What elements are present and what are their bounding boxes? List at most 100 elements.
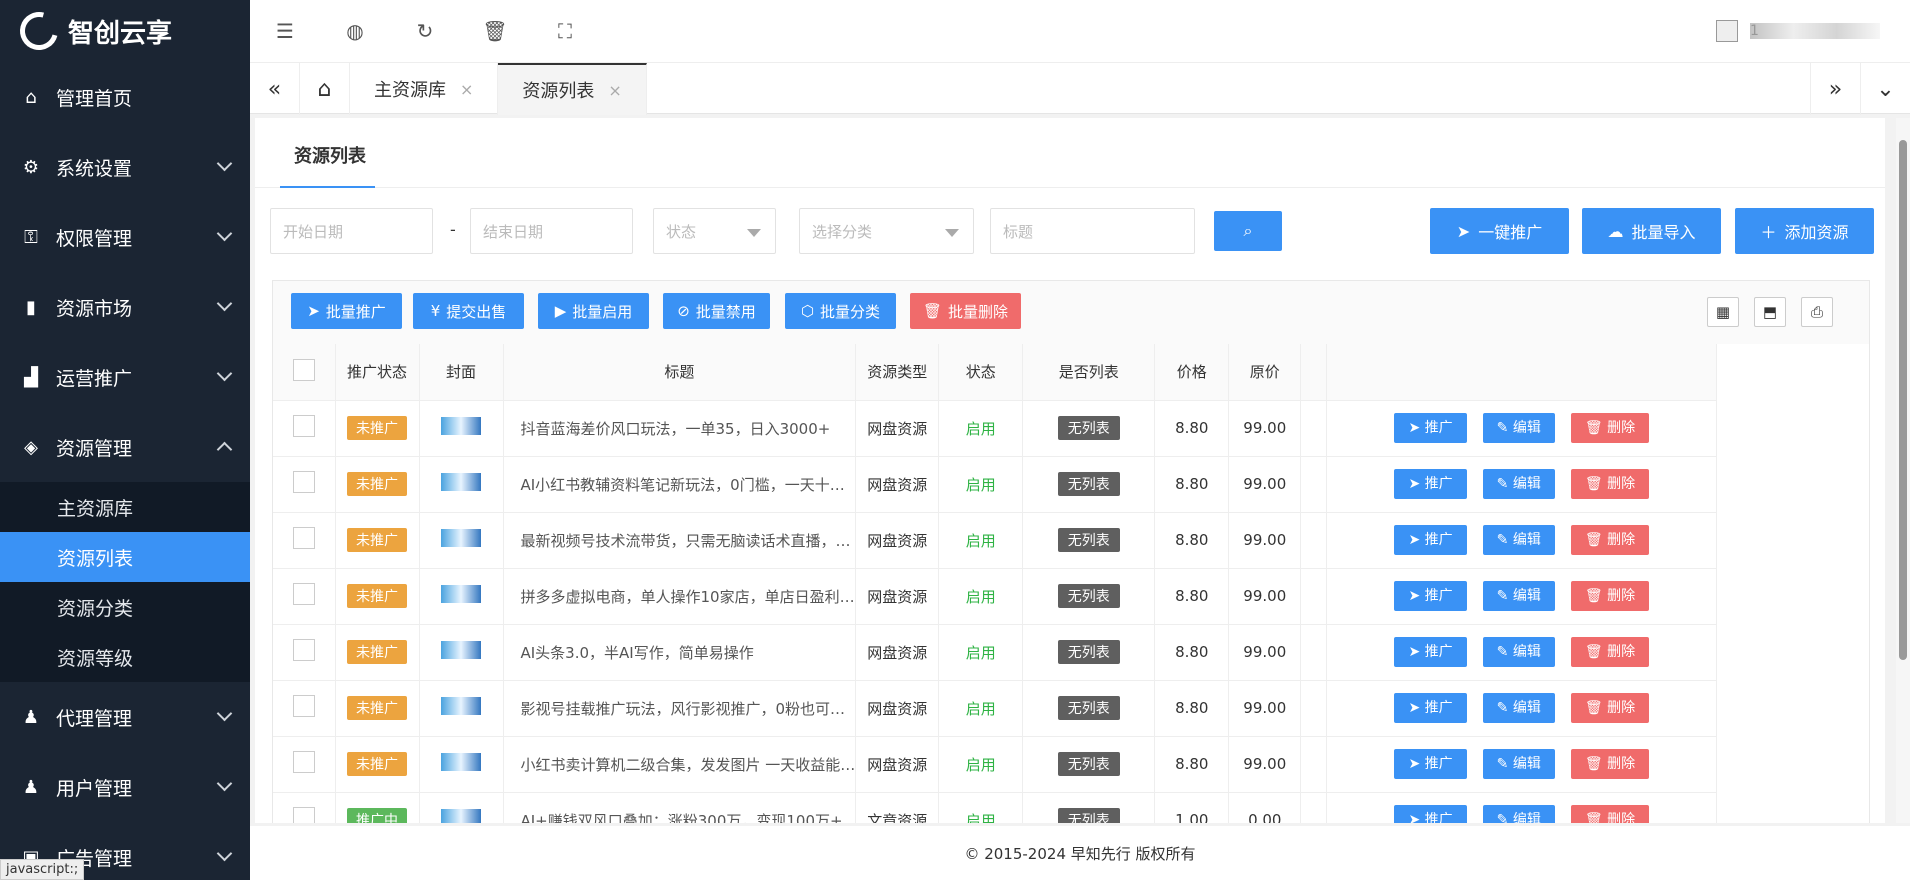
edit-button[interactable]: ✎ 编辑 bbox=[1482, 525, 1555, 555]
batch-delete-button[interactable]: 🗑 批量删除 bbox=[910, 293, 1021, 329]
select-all-checkbox[interactable] bbox=[292, 358, 315, 381]
price-cell: 8.80 bbox=[1154, 736, 1230, 793]
export-icon[interactable]: ⬒ bbox=[1754, 297, 1786, 327]
delete-button[interactable]: 🗑 删除 bbox=[1570, 581, 1650, 611]
delete-button[interactable]: 🗑 删除 bbox=[1570, 469, 1650, 499]
title-input[interactable]: 标题 bbox=[990, 208, 1195, 254]
edit-button[interactable]: ✎ 编辑 bbox=[1482, 749, 1555, 779]
edit-button[interactable]: ✎ 编辑 bbox=[1482, 413, 1555, 443]
row-checkbox[interactable] bbox=[292, 639, 315, 661]
sidebar-item-0[interactable]: ⌂ 管理首页 bbox=[0, 62, 250, 132]
status-select[interactable]: 状态 bbox=[653, 208, 776, 254]
submit-sale-button[interactable]: ¥ 提交出售 bbox=[413, 293, 524, 329]
batch-category-button[interactable]: ⬡ 批量分类 bbox=[785, 293, 896, 329]
batch-disable-button[interactable]: ⊘ 批量禁用 bbox=[663, 293, 770, 329]
tabs-scroll-right-icon[interactable]: » bbox=[1810, 63, 1860, 115]
fullscreen-icon[interactable]: ⛶ bbox=[530, 0, 600, 62]
chevron-icon bbox=[216, 365, 233, 382]
play-icon: ▶ bbox=[554, 302, 567, 320]
edit-button[interactable]: ✎ 编辑 bbox=[1482, 805, 1555, 823]
row-checkbox[interactable] bbox=[292, 751, 315, 773]
close-icon[interactable]: × bbox=[460, 80, 473, 99]
row-checkbox[interactable] bbox=[292, 471, 315, 493]
tabs-scroll-left-icon[interactable]: « bbox=[250, 63, 300, 115]
row-checkbox[interactable] bbox=[292, 527, 315, 549]
cover-thumbnail[interactable] bbox=[441, 809, 481, 823]
close-icon[interactable]: × bbox=[608, 81, 621, 100]
search-button[interactable]: ⌕ bbox=[1214, 211, 1282, 251]
sidebar-subitem-3[interactable]: 资源等级 bbox=[0, 632, 250, 682]
batch-enable-button[interactable]: ▶ 批量启用 bbox=[538, 293, 649, 329]
columns-icon[interactable]: ▦ bbox=[1707, 297, 1739, 327]
sidebar-subitem-2[interactable]: 资源分类 bbox=[0, 582, 250, 632]
chevron-icon bbox=[216, 775, 233, 792]
yen-icon: ¥ bbox=[430, 302, 441, 320]
start-date-input[interactable]: 开始日期 bbox=[270, 208, 433, 254]
batch-import-button[interactable]: ☁ 批量导入 bbox=[1582, 208, 1721, 254]
delete-button[interactable]: 🗑 删除 bbox=[1570, 525, 1650, 555]
delete-button[interactable]: 🗑 删除 bbox=[1570, 637, 1650, 667]
edit-button[interactable]: ✎ 编辑 bbox=[1482, 637, 1555, 667]
delete-button[interactable]: 🗑 删除 bbox=[1570, 693, 1650, 723]
clear-cache-icon[interactable]: 🗑 bbox=[460, 0, 530, 62]
brand-name: 智创云享 bbox=[68, 18, 173, 49]
row-checkbox[interactable] bbox=[292, 583, 315, 605]
page-scrollbar[interactable] bbox=[1896, 118, 1910, 823]
brand-logo[interactable]: 智创云享 bbox=[0, 0, 250, 62]
edit-button[interactable]: ✎ 编辑 bbox=[1482, 469, 1555, 499]
sidebar-item-2[interactable]: ⚿ 权限管理 bbox=[0, 202, 250, 272]
row-checkbox[interactable] bbox=[292, 807, 315, 823]
sidebar-item-label: 资源市场 bbox=[56, 297, 133, 320]
promote-button[interactable]: ➤ 推广 bbox=[1394, 637, 1467, 667]
sidebar-item-5[interactable]: ◈ 资源管理 bbox=[0, 412, 250, 482]
sidebar-item-3[interactable]: ▮ 资源市场 bbox=[0, 272, 250, 342]
one-click-promote-button[interactable]: ➤ 一键推广 bbox=[1430, 208, 1569, 254]
globe-icon[interactable]: ◍ bbox=[320, 0, 390, 62]
add-resource-button[interactable]: ＋添加资源 bbox=[1735, 208, 1874, 254]
edit-button[interactable]: ✎ 编辑 bbox=[1482, 581, 1555, 611]
user-menu[interactable]: 1 bbox=[1716, 20, 1880, 42]
tab-resource-list[interactable]: 资源列表 × bbox=[498, 63, 647, 115]
promote-button[interactable]: ➤ 推广 bbox=[1394, 693, 1467, 723]
delete-button[interactable]: 🗑 删除 bbox=[1570, 413, 1650, 443]
chevron-down-icon bbox=[747, 229, 761, 237]
edit-button[interactable]: ✎ 编辑 bbox=[1482, 693, 1555, 723]
cover-thumbnail[interactable] bbox=[441, 641, 481, 659]
sidebar-item-label: 代理管理 bbox=[56, 707, 133, 730]
refresh-icon[interactable]: ↻ bbox=[390, 0, 460, 62]
chart-icon: ▟ bbox=[24, 366, 38, 388]
row-checkbox[interactable] bbox=[292, 415, 315, 437]
cover-thumbnail[interactable] bbox=[441, 753, 481, 771]
type-cell: 网盘资源 bbox=[855, 624, 940, 681]
sidebar-item-4[interactable]: ▟ 运营推广 bbox=[0, 342, 250, 412]
delete-button[interactable]: 🗑 删除 bbox=[1570, 805, 1650, 823]
home-tab-icon[interactable]: ⌂ bbox=[300, 63, 350, 115]
promote-button[interactable]: ➤ 推广 bbox=[1394, 525, 1467, 555]
cover-thumbnail[interactable] bbox=[441, 697, 481, 715]
promote-button[interactable]: ➤ 推广 bbox=[1394, 413, 1467, 443]
tab-main-library[interactable]: 主资源库 × bbox=[350, 63, 499, 115]
promote-button[interactable]: ➤ 推广 bbox=[1394, 805, 1467, 823]
promote-button[interactable]: ➤ 推广 bbox=[1394, 749, 1467, 779]
row-checkbox[interactable] bbox=[292, 695, 315, 717]
batch-promote-button[interactable]: ➤ 批量推广 bbox=[291, 293, 402, 329]
category-select[interactable]: 选择分类 bbox=[799, 208, 974, 254]
sidebar-subitem-1[interactable]: 资源列表 bbox=[0, 532, 250, 582]
sidebar-item-7[interactable]: ♟ 用户管理 bbox=[0, 752, 250, 822]
promote-button[interactable]: ➤ 推广 bbox=[1394, 469, 1467, 499]
sidebar-subitem-0[interactable]: 主资源库 bbox=[0, 482, 250, 532]
sidebar-item-1[interactable]: ⚙ 系统设置 bbox=[0, 132, 250, 202]
print-icon[interactable]: ⎙ bbox=[1801, 297, 1833, 327]
original-price-cell: 99.00 bbox=[1228, 512, 1302, 569]
sidebar-item-6[interactable]: ♟ 代理管理 bbox=[0, 682, 250, 752]
cover-thumbnail[interactable] bbox=[441, 473, 481, 491]
cover-thumbnail[interactable] bbox=[441, 585, 481, 603]
collapse-menu-icon[interactable]: ☰ bbox=[250, 0, 320, 62]
promote-button[interactable]: ➤ 推广 bbox=[1394, 581, 1467, 611]
delete-button[interactable]: 🗑 删除 bbox=[1570, 749, 1650, 779]
tabs-menu-chevron-down-icon[interactable]: ⌄ bbox=[1860, 63, 1910, 115]
cover-thumbnail[interactable] bbox=[441, 529, 481, 547]
cover-thumbnail[interactable] bbox=[441, 417, 481, 435]
end-date-input[interactable]: 结束日期 bbox=[470, 208, 633, 254]
original-price-cell: 99.00 bbox=[1228, 736, 1302, 793]
